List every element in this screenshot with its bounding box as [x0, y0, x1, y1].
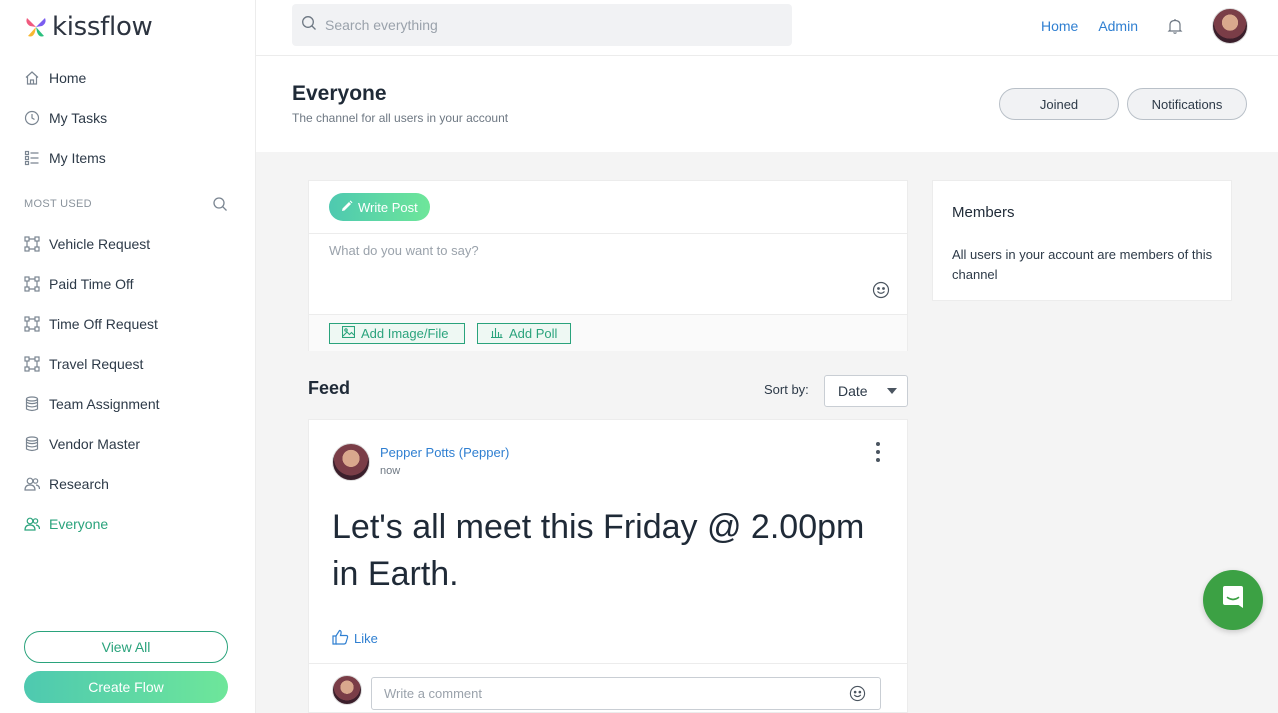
sidebar-item-label: My Tasks	[49, 110, 108, 126]
flow-icon	[24, 236, 40, 252]
members-description: All users in your account are members of…	[952, 247, 1213, 282]
topbar: Home Admin	[256, 0, 1278, 56]
post-input[interactable]: What do you want to say?	[329, 243, 479, 258]
sidebar-item-time-off-request[interactable]: Time Off Request	[24, 304, 232, 344]
add-image-file-button[interactable]: Add Image/File	[329, 323, 465, 344]
sidebar-item-everyone[interactable]: Everyone	[24, 504, 232, 544]
caret-down-icon	[887, 388, 897, 394]
sidebar-item-vehicle-request[interactable]: Vehicle Request	[24, 224, 232, 264]
sidebar: kissflow Home My Tasks My Items MOST USE…	[0, 0, 256, 713]
sidebar-item-team-assignment[interactable]: Team Assignment	[24, 384, 232, 424]
most-used-header: MOST USED	[24, 178, 232, 224]
write-post-tab[interactable]: Write Post	[329, 193, 430, 221]
chat-launcher-button[interactable]	[1203, 570, 1263, 630]
feed-post: Pepper Potts (Pepper) now Let's all meet…	[308, 419, 908, 713]
bar-chart-icon	[490, 326, 503, 341]
top-links: Home Admin	[1041, 8, 1248, 44]
logo-text: kissflow	[52, 12, 153, 42]
more-options-icon[interactable]	[875, 442, 881, 462]
list-icon	[24, 150, 40, 166]
add-image-file-label: Add Image/File	[361, 326, 449, 341]
avatar[interactable]	[332, 443, 370, 481]
sidebar-item-label: Vehicle Request	[49, 236, 151, 252]
emoji-icon[interactable]	[872, 281, 890, 299]
post-body: Let's all meet this Friday @ 2.00pm in E…	[332, 508, 865, 593]
sidebar-item-label: Vendor Master	[49, 436, 141, 452]
sidebar-item-label: Home	[49, 70, 87, 86]
kissflow-logo[interactable]: kissflow	[24, 12, 153, 42]
people-icon	[24, 476, 40, 492]
user-avatar[interactable]	[1212, 8, 1248, 44]
post-timestamp: now	[380, 465, 401, 477]
sort-value: Date	[838, 383, 868, 399]
thumbs-up-icon	[332, 629, 349, 648]
flow-icon	[24, 276, 40, 292]
page-title: Everyone	[292, 82, 387, 105]
sidebar-item-my-tasks[interactable]: My Tasks	[24, 98, 232, 138]
sidebar-item-label: Team Assignment	[49, 396, 160, 412]
clock-icon	[24, 110, 40, 126]
flow-icon	[24, 316, 40, 332]
divider	[309, 663, 907, 664]
avatar	[332, 675, 362, 705]
sidebar-item-label: Time Off Request	[49, 316, 158, 332]
search-icon[interactable]	[212, 196, 228, 212]
sidebar-nav: Home My Tasks My Items MOST USED Vehicle…	[24, 58, 232, 544]
sidebar-item-vendor-master[interactable]: Vendor Master	[24, 424, 232, 464]
top-link-home[interactable]: Home	[1041, 18, 1078, 34]
create-flow-button[interactable]: Create Flow	[24, 671, 228, 703]
members-card: Members All users in your account are me…	[932, 180, 1232, 301]
notifications-button[interactable]: Notifications	[1127, 88, 1247, 120]
sidebar-item-research[interactable]: Research	[24, 464, 232, 504]
channel-header: Everyone The channel for all users in yo…	[256, 56, 1278, 152]
like-button[interactable]: Like	[332, 629, 378, 648]
sidebar-item-my-items[interactable]: My Items	[24, 138, 232, 178]
write-post-label: Write Post	[358, 199, 418, 215]
sidebar-item-label: My Items	[49, 150, 106, 166]
section-label: MOST USED	[24, 198, 92, 210]
sidebar-item-label: Research	[49, 476, 109, 492]
sidebar-item-travel-request[interactable]: Travel Request	[24, 344, 232, 384]
add-poll-label: Add Poll	[509, 326, 558, 341]
sidebar-item-paid-time-off[interactable]: Paid Time Off	[24, 264, 232, 304]
global-search[interactable]	[292, 4, 792, 46]
database-icon	[24, 396, 40, 412]
add-poll-button[interactable]: Add Poll	[477, 323, 571, 344]
sidebar-item-label: Travel Request	[49, 356, 144, 372]
comment-field[interactable]	[371, 677, 881, 710]
sidebar-item-label: Paid Time Off	[49, 276, 134, 292]
pencil-icon	[341, 200, 353, 215]
chat-icon	[1219, 584, 1247, 617]
sidebar-item-home[interactable]: Home	[24, 58, 232, 98]
search-icon	[301, 15, 317, 36]
sidebar-item-label: Everyone	[49, 516, 109, 532]
view-all-button[interactable]: View All	[24, 631, 228, 663]
like-label: Like	[354, 631, 378, 646]
sort-select[interactable]: Date	[824, 375, 908, 407]
feed-title: Feed	[308, 378, 351, 398]
image-icon	[341, 325, 356, 341]
search-input[interactable]	[325, 17, 765, 33]
members-title: Members	[952, 204, 1015, 221]
post-composer: Write Post What do you want to say? Add …	[308, 180, 908, 351]
joined-button[interactable]: Joined	[999, 88, 1119, 120]
composer-toolbar: Add Image/File Add Poll	[309, 314, 907, 351]
bell-icon[interactable]	[1166, 17, 1184, 35]
database-icon	[24, 436, 40, 452]
top-link-admin[interactable]: Admin	[1098, 18, 1138, 34]
people-icon	[24, 516, 40, 532]
divider	[309, 233, 907, 234]
comment-input[interactable]	[384, 686, 824, 701]
flow-icon	[24, 356, 40, 372]
emoji-icon[interactable]	[849, 685, 867, 703]
kissflow-logo-icon	[26, 18, 46, 37]
sort-label: Sort by:	[764, 382, 809, 397]
home-icon	[24, 70, 40, 86]
post-author-link[interactable]: Pepper Potts (Pepper)	[380, 445, 509, 460]
channel-subtitle: The channel for all users in your accoun…	[292, 111, 509, 125]
